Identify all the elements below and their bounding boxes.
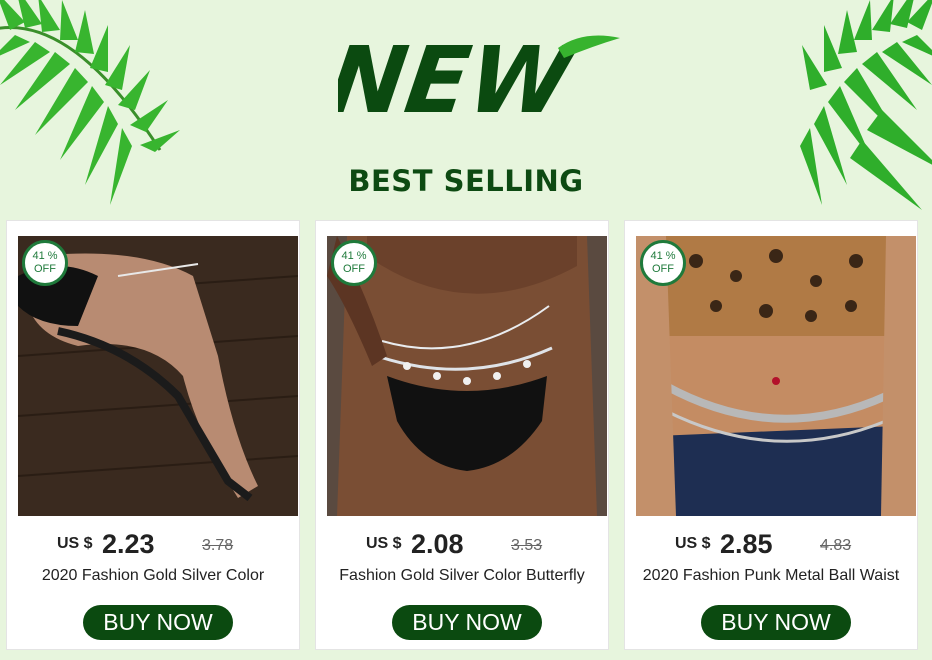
new-logo-text: NEW <box>338 26 582 133</box>
original-price: 3.78 <box>202 537 234 554</box>
sale-price: 2.08 <box>411 529 464 559</box>
palm-leaf-right-decoration <box>772 0 932 235</box>
product-image[interactable]: 41 % OFF <box>327 236 607 516</box>
buy-now-button[interactable]: BUY NOW <box>392 605 542 640</box>
sale-price: 2.23 <box>102 529 155 559</box>
product-title[interactable]: 2020 Fashion Punk Metal Ball Waist <box>625 567 917 585</box>
palm-leaf-left-decoration <box>0 0 180 235</box>
price-row: US $ 2.23 3.78 <box>7 529 299 563</box>
currency-label: US $ <box>366 535 402 552</box>
price-row: US $ 2.85 4.83 <box>625 529 917 563</box>
product-card[interactable]: 41 % OFF US $ 2.85 4.83 2020 Fashion Pun… <box>624 220 918 650</box>
discount-value: 41 % <box>341 250 367 262</box>
product-card[interactable]: 41 % OFF US $ 2.08 3.53 Fashion Gold Sil… <box>315 220 609 650</box>
price-row: US $ 2.08 3.53 <box>316 529 608 563</box>
discount-badge: 41 % OFF <box>640 240 686 286</box>
discount-badge: 41 % OFF <box>331 240 377 286</box>
discount-label: OFF <box>343 263 365 275</box>
product-title[interactable]: 2020 Fashion Gold Silver Color <box>7 567 299 585</box>
currency-label: US $ <box>675 535 711 552</box>
product-title[interactable]: Fashion Gold Silver Color Butterfly <box>316 567 608 585</box>
new-logo: NEW <box>322 20 660 150</box>
discount-label: OFF <box>652 263 674 275</box>
product-image[interactable]: 41 % OFF <box>18 236 298 516</box>
discount-value: 41 % <box>32 250 58 262</box>
buy-now-button[interactable]: BUY NOW <box>701 605 851 640</box>
discount-badge: 41 % OFF <box>22 240 68 286</box>
page-heading: BEST SELLING <box>348 164 584 198</box>
product-card[interactable]: 41 % OFF US $ 2.23 3.78 2020 Fashion Gol… <box>6 220 300 650</box>
sale-price: 2.85 <box>720 529 773 559</box>
buy-now-button[interactable]: BUY NOW <box>83 605 233 640</box>
discount-label: OFF <box>34 263 56 275</box>
currency-label: US $ <box>57 535 93 552</box>
original-price: 4.83 <box>820 537 852 554</box>
product-image[interactable]: 41 % OFF <box>636 236 916 516</box>
discount-value: 41 % <box>650 250 676 262</box>
original-price: 3.53 <box>511 537 543 554</box>
